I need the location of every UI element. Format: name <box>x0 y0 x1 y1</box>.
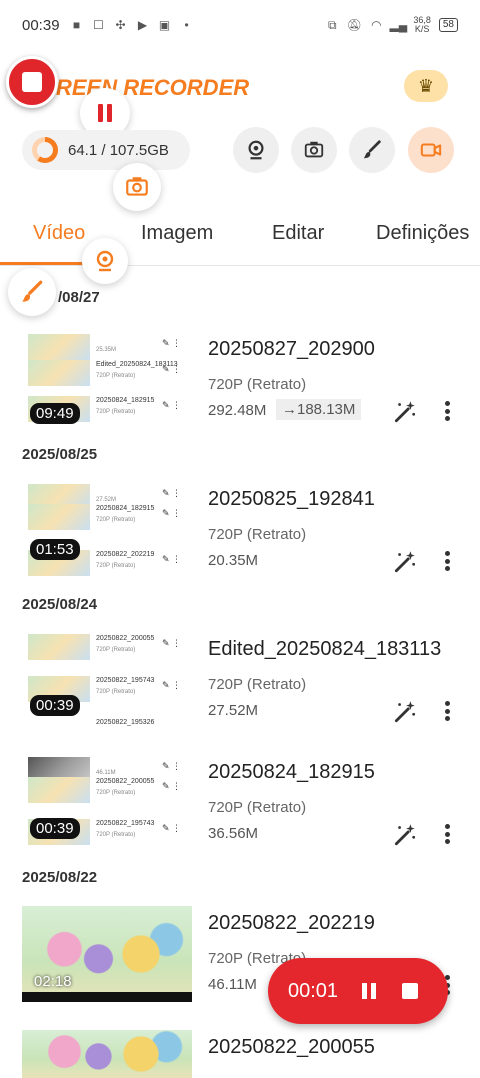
video-list-item[interactable]: 46.11M ✎ ⋮ 20250822_200055 720P (Retrato) ✎… <box>0 755 480 855</box>
pause-icon <box>362 983 368 999</box>
facecam-button[interactable] <box>233 127 279 173</box>
recording-timer: 00:01 <box>288 979 339 1002</box>
thumb-mini-row: 20250824_182915 720P (Retrato) ✎ ⋮ <box>22 502 192 532</box>
video-resolution: 720P (Retrato) <box>208 376 307 393</box>
pause-recording-button[interactable] <box>362 983 377 999</box>
date-header: 2025/08/25 <box>22 446 98 463</box>
storage-text: 64.1 / 107.5GB <box>68 141 169 159</box>
storage-indicator[interactable]: 64.1 / 107.5GB <box>22 130 190 170</box>
date-header: 2025/08/22 <box>22 869 98 886</box>
screen-record-icon: ■ <box>72 18 81 32</box>
brush-button[interactable] <box>349 127 395 173</box>
thumbnail-bar <box>22 992 192 1002</box>
more-options-icon[interactable] <box>440 698 454 724</box>
video-duration: 01:53 <box>30 539 80 560</box>
premium-button[interactable]: ♛ <box>404 70 448 102</box>
video-resolution: 720P (Retrato) <box>208 676 307 693</box>
floating-brush-button[interactable] <box>8 268 56 316</box>
date-header: /08/27 <box>58 289 100 306</box>
signal-icon: ▂▄ <box>389 18 408 32</box>
pause-icon <box>98 104 103 122</box>
video-duration: 02:18 <box>34 973 72 990</box>
video-name: 20250822_200055 <box>208 1036 375 1058</box>
more-options-icon[interactable] <box>440 398 454 424</box>
wifi-icon: ◠ <box>371 18 382 32</box>
floating-stop-record-button[interactable] <box>6 56 58 108</box>
recording-control-pill[interactable]: 00:01 <box>268 958 448 1024</box>
video-thumbnail <box>22 1030 192 1078</box>
video-name: 20250825_192841 <box>208 488 375 510</box>
video-name: 20250822_202219 <box>208 912 375 934</box>
thumb-mini-row: 20250822_195326 <box>96 719 155 726</box>
video-duration: 09:49 <box>30 403 80 424</box>
video-camera-icon <box>420 143 442 157</box>
inbox-icon: ▣ <box>158 18 171 32</box>
webcam-icon <box>248 140 264 160</box>
video-list-item[interactable]: 20250822_200055 720P (Retrato) ✎ ⋮ 2025082… <box>0 632 480 732</box>
video-name: 20250824_182915 <box>208 761 375 783</box>
video-list-item[interactable]: 25.35M ✎ ⋮ Edited_20250824_183113 720P (Re… <box>0 332 480 432</box>
battery-icon: 58 <box>438 18 458 32</box>
video-size: 27.52M <box>208 702 259 719</box>
video-resolution: 720P (Retrato) <box>208 799 307 816</box>
tab-bar: Vídeo Imagem Editar Definições <box>0 214 480 266</box>
notification-icons: ■ ☐ ✣ ▶ ▣ • <box>70 18 194 32</box>
stop-icon <box>22 72 42 92</box>
webcam-icon <box>96 250 114 272</box>
tab-settings[interactable]: Definições <box>376 222 469 245</box>
video-name: 20250827_202900 <box>208 338 375 360</box>
compressed-size-badge: →188.13M <box>276 399 362 420</box>
video-list-item[interactable]: 27.52M ✎ ⋮ 20250824_182915 720P (Retrato) ✎… <box>0 482 480 582</box>
thumb-mini-row: 20250822_200055 720P (Retrato) ✎ ⋮ <box>22 632 192 662</box>
screenshot-button[interactable] <box>291 127 337 173</box>
video-duration: 00:39 <box>30 695 80 716</box>
video-list-item[interactable]: 20250822_200055 <box>0 1030 480 1078</box>
thumb-mini-row: 20250822_200055 720P (Retrato) ✎ ⋮ <box>22 775 192 805</box>
brush-icon <box>363 140 381 159</box>
tab-video[interactable]: Vídeo <box>33 222 85 245</box>
youtube-icon: ▶ <box>137 18 148 32</box>
video-size: 292.48M <box>208 402 267 419</box>
date-header: 2025/08/24 <box>22 596 98 613</box>
video-thumbnail: 25.35M ✎ ⋮ Edited_20250824_183113 720P (Re… <box>22 332 192 428</box>
thumb-mini-row: Edited_20250824_183113 720P (Retrato) ✎ ⋮ <box>22 358 192 388</box>
system-icons: ⧉ 🔕︎ ◠ ▂▄ 36,8 K/S 58 <box>325 16 458 34</box>
magic-wand-icon[interactable] <box>392 698 418 724</box>
cast-icon: ⧉ <box>328 17 337 32</box>
more-options-icon[interactable] <box>440 821 454 847</box>
video-size: 20.35M <box>208 552 259 569</box>
app-icon: ✣ <box>115 18 126 32</box>
magic-wand-icon[interactable] <box>392 821 418 847</box>
screenshot-icon <box>304 141 324 158</box>
floating-screenshot-button[interactable] <box>113 163 161 211</box>
tab-image[interactable]: Imagem <box>141 222 213 245</box>
status-bar: 00:39 ■ ☐ ✣ ▶ ▣ • ⧉ 🔕︎ ◠ ▂▄ 36,8 K/S 58 <box>0 0 480 50</box>
more-options-icon[interactable] <box>440 548 454 574</box>
network-speed: 36,8 K/S <box>413 15 431 34</box>
magic-wand-icon[interactable] <box>392 548 418 574</box>
tab-edit[interactable]: Editar <box>272 222 324 245</box>
mute-icon: 🔕︎ <box>346 18 362 32</box>
video-thumbnail: 20250822_200055 720P (Retrato) ✎ ⋮ 2025082… <box>22 632 192 728</box>
dot-icon: • <box>184 18 189 32</box>
status-time: 00:39 <box>22 16 60 34</box>
video-duration: 00:39 <box>30 818 80 839</box>
video-name: Edited_20250824_183113 <box>208 638 442 660</box>
video-thumbnail: 46.11M ✎ ⋮ 20250822_200055 720P (Retrato) ✎… <box>22 755 192 851</box>
storage-ring-icon <box>32 137 58 163</box>
record-video-button[interactable] <box>408 127 454 173</box>
video-size: 46.11M <box>208 976 257 993</box>
floating-facecam-button[interactable] <box>82 238 128 284</box>
video-thumbnail: 27.52M ✎ ⋮ 20250824_182915 720P (Retrato) ✎… <box>22 482 192 578</box>
crown-icon: ♛ <box>417 75 435 96</box>
phone-icon: ☐ <box>93 18 104 32</box>
stop-recording-button[interactable] <box>402 983 419 999</box>
video-resolution: 720P (Retrato) <box>208 526 307 543</box>
brush-icon <box>22 280 43 302</box>
video-thumbnail: 02:18 <box>22 906 192 1002</box>
magic-wand-icon[interactable] <box>392 398 418 424</box>
video-size: 36.56M <box>208 825 259 842</box>
camera-icon <box>126 177 148 196</box>
